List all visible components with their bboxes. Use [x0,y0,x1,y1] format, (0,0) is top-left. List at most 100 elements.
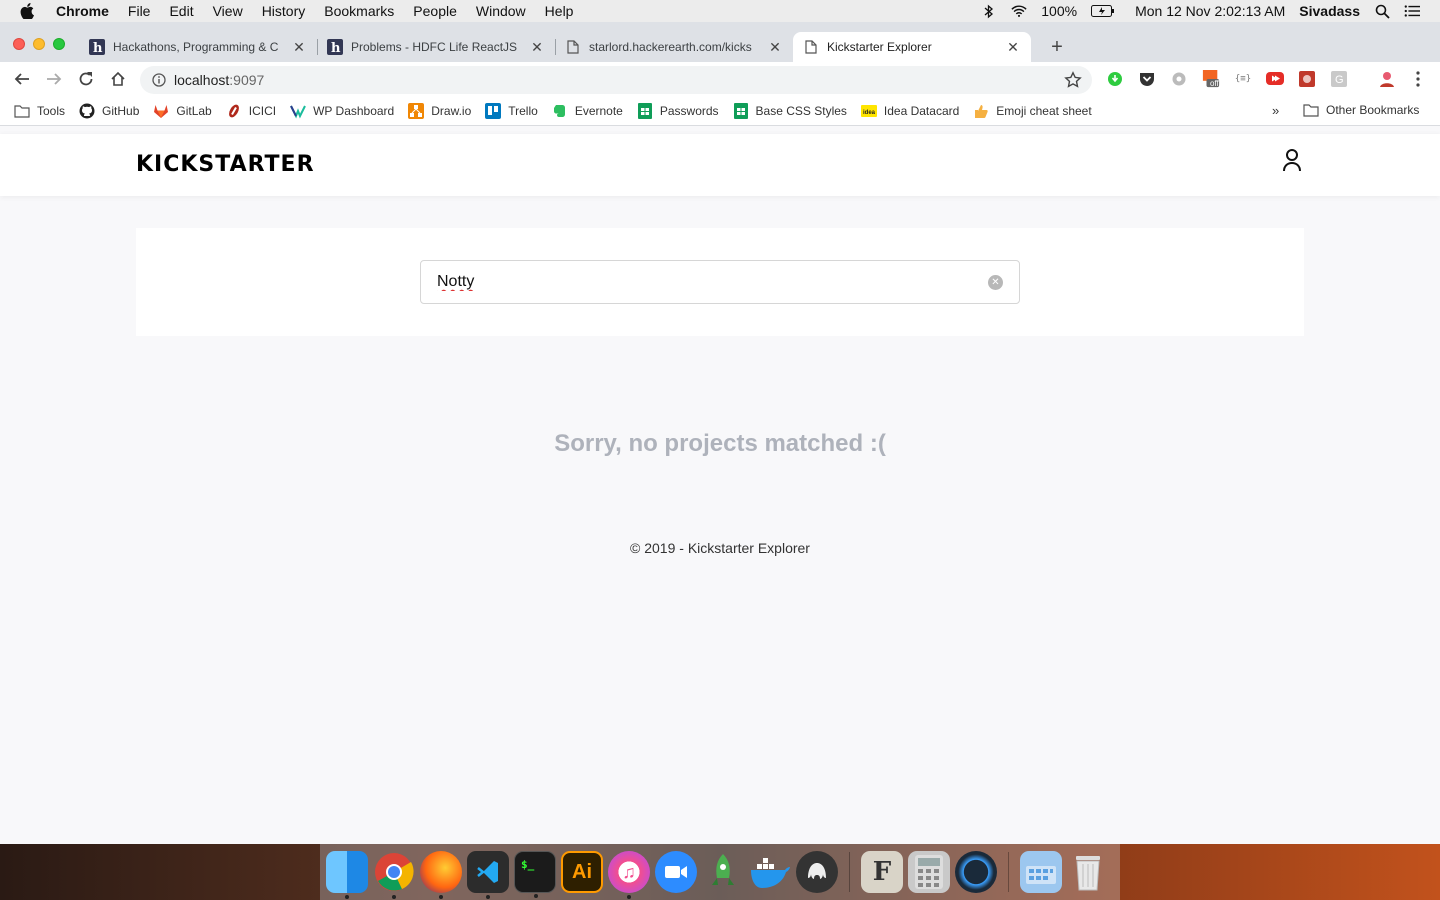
svg-text:idea: idea [863,110,876,116]
bookmark-label: GitHub [102,103,140,118]
bookmark-label: GitLab [176,103,212,118]
zoom-icon[interactable] [655,851,697,893]
quicktime-icon[interactable] [955,851,997,893]
minimize-window-button[interactable] [33,38,45,50]
profile-avatar-icon[interactable] [1378,70,1396,88]
chrome-menu-icon[interactable] [1409,70,1427,88]
chrome-icon[interactable] [373,851,415,899]
bluetooth-icon[interactable] [981,3,997,19]
bookmark-emoji-cheat-sheet[interactable]: Emoji cheat sheet [973,103,1092,119]
bookmark-label: Idea Datacard [883,103,960,118]
user-name[interactable]: Sivadass [1299,3,1360,19]
extension-red-icon[interactable] [1298,70,1316,88]
info-icon[interactable] [152,73,166,87]
close-tab-icon[interactable]: ✕ [1005,39,1021,55]
menu-history[interactable]: History [262,3,306,19]
github-icon [79,103,95,119]
bookmark-evernote[interactable]: Evernote [552,103,623,119]
folder-icon [1303,102,1319,118]
json-viewer-icon[interactable]: {≡} [1234,70,1252,88]
bookmark-star-icon[interactable] [1064,71,1082,89]
tab-problems[interactable]: h Problems - HDFC Life ReactJS ✕ [317,32,555,62]
address-bar[interactable]: localhost:9097 [140,66,1092,94]
close-tab-icon[interactable]: ✕ [291,39,307,55]
bookmark-other[interactable]: Other Bookmarks [1303,102,1419,118]
browser-toolbar: localhost:9097 off {≡} G [0,62,1440,96]
close-window-button[interactable] [13,38,25,50]
svg-text:h: h [93,41,103,55]
tableplus-icon[interactable] [796,851,838,893]
notification-center-icon[interactable] [1404,3,1420,19]
downloads-folder-icon[interactable] [1020,851,1062,893]
kickstarter-logo[interactable]: KICKSTARTER [136,152,315,177]
more-bookmarks-icon[interactable]: » [1272,103,1279,118]
bookmark-label: Trello [508,103,538,118]
menu-window[interactable]: Window [476,3,526,19]
calculator-icon[interactable] [908,851,950,893]
icici-icon [226,103,242,119]
tab-starlord[interactable]: starlord.hackerearth.com/kicks ✕ [555,32,793,62]
terminal-icon[interactable]: $_ [514,851,556,898]
menu-people[interactable]: People [413,3,457,19]
bookmark-icici[interactable]: ICICI [226,103,276,119]
maximize-window-button[interactable] [53,38,65,50]
search-box: ✕ [420,260,1020,304]
bookmark-tools[interactable]: Tools [14,103,65,119]
close-tab-icon[interactable]: ✕ [529,39,545,55]
extension-g-icon[interactable]: G [1330,70,1348,88]
firefox-icon[interactable] [420,851,462,899]
svg-text:h: h [331,41,341,55]
menu-file[interactable]: File [128,3,151,19]
bookmark-trello[interactable]: Trello [485,102,538,119]
bookmark-label: Evernote [574,103,623,118]
bookmark-drawio[interactable]: Draw.io [408,102,471,119]
reload-icon[interactable] [74,67,98,91]
extension-gear-icon[interactable] [1170,70,1188,88]
vscode-icon[interactable] [467,851,509,899]
bookmark-github[interactable]: GitHub [79,103,139,119]
clock[interactable]: Mon 12 Nov 2:02:13 AM [1135,3,1285,19]
youtube-icon[interactable] [1266,70,1284,88]
bookmark-label: WP Dashboard [313,103,395,118]
pocket-icon[interactable] [1138,70,1156,88]
menu-bookmarks[interactable]: Bookmarks [324,3,394,19]
home-icon[interactable] [106,67,130,91]
tab-hackathons[interactable]: h Hackathons, Programming & C ✕ [79,32,317,62]
new-tab-icon[interactable]: + [1047,36,1067,58]
extension-green-icon[interactable] [1106,70,1124,88]
search-input[interactable] [437,261,977,303]
finder-icon[interactable] [326,851,368,899]
rocket-icon[interactable] [702,851,744,893]
extension-off-icon[interactable]: off [1202,70,1220,88]
bookmark-label: Emoji cheat sheet [996,103,1092,118]
trash-icon[interactable] [1067,851,1109,893]
back-icon[interactable] [10,67,34,91]
bookmark-base-css-styles[interactable]: Base CSS Styles [733,102,847,119]
web-page: KICKSTARTER ✕ Sorry, no projects matched… [0,134,1440,844]
menu-help[interactable]: Help [545,3,574,19]
font-book-icon[interactable]: F [861,851,903,893]
itunes-icon[interactable]: ♫ [608,851,650,899]
bookmark-wp-dashboard[interactable]: WP Dashboard [290,103,394,119]
clear-search-icon[interactable]: ✕ [988,275,1003,290]
menu-view[interactable]: View [213,3,243,19]
spotlight-icon[interactable] [1374,3,1390,19]
menu-edit[interactable]: Edit [169,3,193,19]
tab-kickstarter-explorer[interactable]: Kickstarter Explorer ✕ [793,32,1031,62]
apple-icon[interactable] [20,3,36,19]
gitlab-icon [153,103,169,119]
bookmark-gitlab[interactable]: GitLab [153,103,212,119]
bookmark-idea-datacard[interactable]: idea Idea Datacard [860,103,960,119]
wifi-icon[interactable] [1011,3,1027,19]
illustrator-icon[interactable]: Ai [561,851,603,893]
url-host: localhost [174,72,230,88]
close-tab-icon[interactable]: ✕ [767,39,783,55]
bookmark-passwords[interactable]: Passwords [637,102,719,119]
tab-title: Problems - HDFC Life ReactJS [351,40,518,54]
user-account-icon[interactable] [1281,148,1303,174]
docker-icon[interactable] [749,851,791,893]
battery-icon[interactable] [1091,3,1115,19]
forward-icon[interactable] [42,67,66,91]
menu-chrome[interactable]: Chrome [56,3,109,19]
search-panel: ✕ [136,228,1304,336]
